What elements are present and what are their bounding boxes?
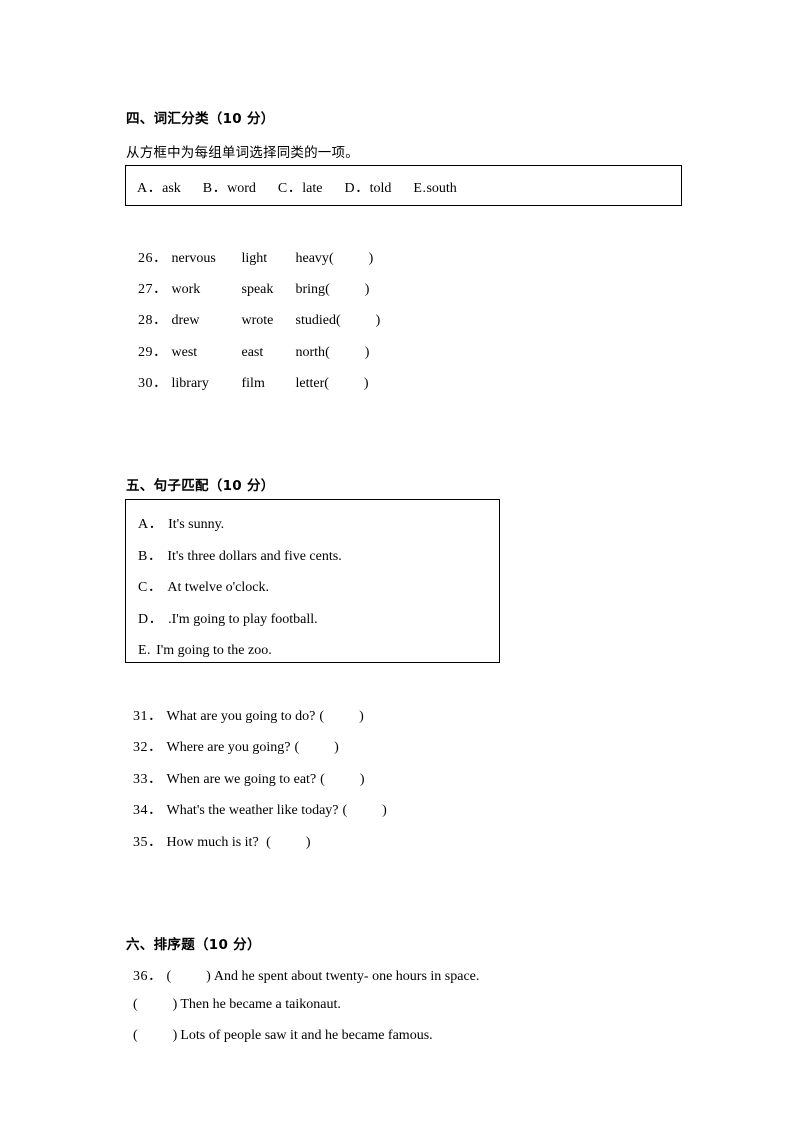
question-word-3: studied — [295, 313, 336, 328]
word-bank-option: E.south — [413, 181, 456, 197]
sentence-bank-list: A． It's sunny. B． It's three dollars and f… — [138, 509, 491, 667]
sentence-bank-item: D． .I'm going to play football. — [138, 604, 491, 636]
question-number: 33． — [133, 772, 163, 787]
question-text: What are you going to do? — [166, 709, 316, 724]
question-word-1: nervous — [171, 251, 216, 266]
question-word-1: west — [171, 345, 198, 360]
question-word-2: light — [241, 251, 268, 266]
question-word-3: heavy — [295, 251, 329, 266]
option-letter: A． — [138, 517, 164, 532]
question-word-3: north — [295, 345, 326, 360]
answer-blank[interactable]: ( ) — [319, 709, 363, 725]
exam-paper-page: 四、词汇分类（10 分） 从方框中为每组单词选择同类的一项。 A．ask B．wo… — [0, 0, 794, 1123]
question-number: 32． — [133, 740, 163, 755]
option-text: At twelve o'clock. — [167, 580, 270, 595]
question-row: 32． Where are you going? ( ) — [133, 736, 339, 756]
option-word: late — [302, 181, 323, 196]
question-number: 31． — [133, 709, 163, 724]
word-bank-option: C．late — [278, 177, 323, 197]
question-row: 27． work speak bring( ) — [138, 278, 369, 298]
question-number: 27． — [138, 282, 168, 297]
ordering-text: Lots of people saw it and he became famo… — [180, 1028, 433, 1043]
sentence-bank-item: E. I'm going to the zoo. — [138, 635, 491, 667]
sentence-bank-box: A． It's sunny. B． It's three dollars and f… — [125, 499, 500, 663]
option-letter: C． — [277, 181, 303, 196]
section-five-heading: 五、句子匹配（10 分） — [126, 478, 275, 494]
word-bank-row: A．ask B．word C．late D．told E.south — [137, 177, 479, 197]
question-word-2: speak — [241, 282, 274, 297]
question-number: 36． — [133, 969, 163, 984]
ordering-text: And he spent about twenty- one hours in … — [213, 969, 480, 984]
option-word: ask — [162, 181, 181, 196]
answer-blank[interactable]: ( ) — [325, 345, 369, 361]
question-text: Where are you going? — [166, 740, 291, 755]
question-number: 34． — [133, 803, 163, 818]
answer-blank[interactable]: ( ) — [263, 835, 310, 851]
option-letter: A． — [137, 181, 163, 196]
question-word-2: wrote — [241, 313, 274, 328]
question-row: 26． nervous light heavy( ) — [138, 247, 373, 267]
sentence-bank-item: B． It's three dollars and five cents. — [138, 541, 491, 573]
ordering-text: Then he became a taikonaut. — [180, 997, 341, 1012]
question-text: How much is it? — [166, 835, 259, 850]
question-word-2: film — [241, 376, 265, 391]
question-row: 33． When are we going to eat?( ) — [133, 768, 364, 788]
question-number: 35． — [133, 835, 163, 850]
ordering-row: ( ) Lots of people saw it and he became f… — [133, 1028, 433, 1044]
question-row: 34． What's the weather like today? ( ) — [133, 799, 387, 819]
question-number: 29． — [138, 345, 168, 360]
answer-blank[interactable]: ( ) — [336, 313, 380, 329]
option-letter: E. — [138, 643, 152, 658]
question-word-1: drew — [171, 313, 200, 328]
option-text: I'm going to the zoo. — [156, 643, 272, 658]
question-row: 35． How much is it? ( ) — [133, 831, 310, 851]
question-number: 30． — [138, 376, 168, 391]
ordering-row: 36． ( ) And he spent about twenty- one hou… — [133, 965, 479, 985]
sentence-bank-item: C． At twelve o'clock. — [138, 572, 491, 604]
question-word-3: letter — [295, 376, 325, 391]
section-six-heading: 六、排序题（10 分） — [126, 937, 261, 953]
question-text: What's the weather like today? — [166, 803, 339, 818]
option-letter: B． — [138, 548, 163, 564]
answer-blank[interactable]: ( ) — [325, 282, 369, 298]
question-row: 30． library film letter( ) — [138, 372, 369, 392]
option-letter: E. — [413, 181, 427, 196]
option-text: It's three dollars and five cents. — [167, 548, 342, 564]
word-bank-option: B．word — [203, 177, 256, 197]
answer-blank[interactable]: ( ) — [295, 740, 339, 756]
question-row: 31． What are you going to do?( ) — [133, 705, 364, 725]
option-letter: C． — [138, 580, 163, 595]
answer-blank[interactable]: ( ) — [133, 997, 177, 1013]
question-row: 28． drew wrote studied( ) — [138, 309, 380, 329]
question-word-1: library — [171, 376, 209, 391]
question-word-3: bring — [295, 282, 326, 297]
question-word-2: east — [241, 345, 264, 360]
section-four-instruction: 从方框中为每组单词选择同类的一项。 — [126, 145, 359, 161]
answer-blank[interactable]: ( ) — [320, 772, 364, 788]
option-word: word — [227, 181, 256, 196]
word-bank-box: A．ask B．word C．late D．told E.south — [125, 165, 682, 206]
option-text: It's sunny. — [168, 517, 225, 532]
question-row: 29． west east north( ) — [138, 341, 369, 361]
answer-blank[interactable]: ( ) — [329, 251, 373, 267]
answer-blank[interactable]: ( ) — [343, 803, 387, 819]
option-letter: D． — [344, 181, 370, 196]
answer-blank[interactable]: ( ) — [324, 376, 368, 392]
answer-blank[interactable]: ( ) — [133, 1028, 177, 1044]
question-text: When are we going to eat? — [166, 772, 317, 787]
answer-blank[interactable]: ( ) — [167, 969, 211, 985]
question-number: 28． — [138, 313, 168, 328]
section-four-heading: 四、词汇分类（10 分） — [126, 111, 275, 127]
ordering-row: ( ) Then he became a taikonaut. — [133, 997, 341, 1013]
option-letter: B． — [202, 181, 228, 196]
option-word: south — [426, 181, 457, 196]
question-number: 26． — [138, 251, 168, 266]
word-bank-option: D．told — [344, 177, 391, 197]
option-letter: D． — [138, 611, 164, 627]
question-word-1: work — [171, 282, 201, 297]
option-text: .I'm going to play football. — [168, 611, 318, 627]
word-bank-option: A．ask — [137, 177, 181, 197]
option-word: told — [369, 181, 392, 196]
sentence-bank-item: A． It's sunny. — [138, 509, 491, 541]
